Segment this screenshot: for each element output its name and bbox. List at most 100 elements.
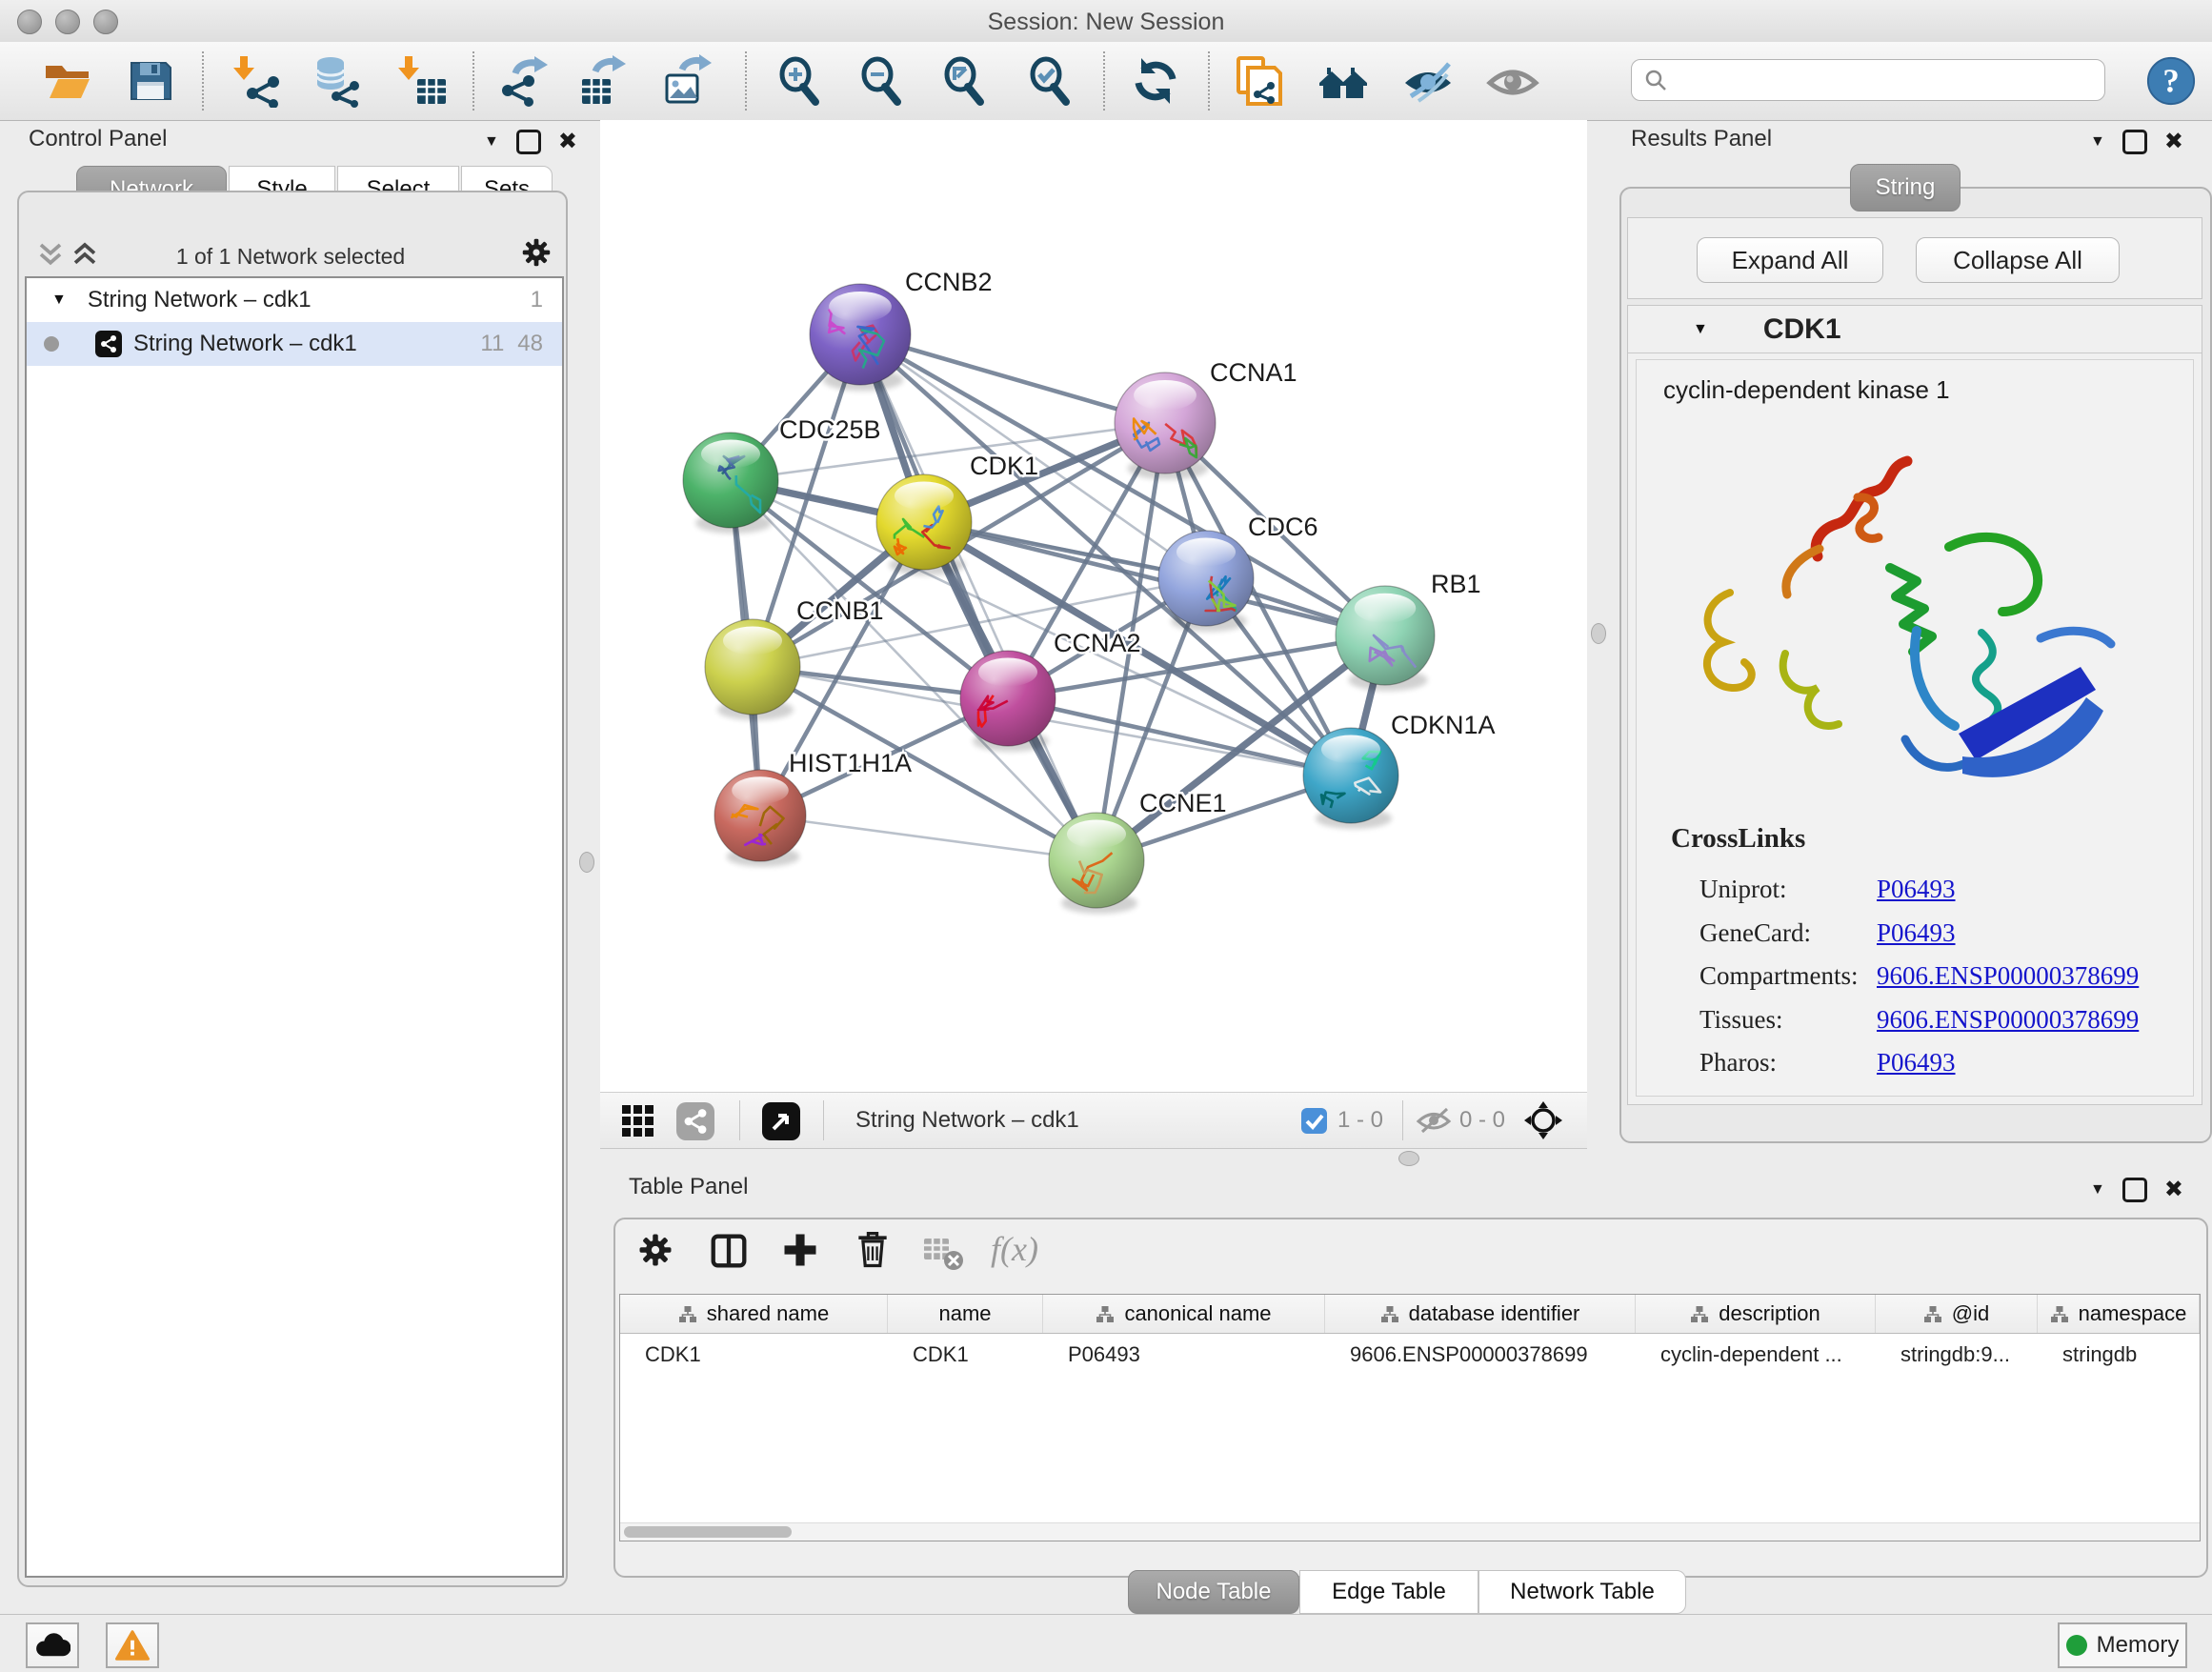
node-CDKN1A[interactable] bbox=[1303, 728, 1398, 829]
expand-all-button[interactable]: Expand All bbox=[1697, 237, 1883, 283]
scrollbar-thumb[interactable] bbox=[624, 1526, 792, 1538]
cloud-status-button[interactable] bbox=[26, 1622, 79, 1668]
results-actions-box: Expand All Collapse All bbox=[1627, 217, 2202, 299]
table-row[interactable]: CDK1CDK1P064939606.ENSP00000378699cyclin… bbox=[620, 1334, 2200, 1376]
crosslink-link[interactable]: 9606.ENSP00000378699 bbox=[1877, 961, 2139, 990]
right-splitter-handle[interactable] bbox=[1591, 623, 1606, 644]
crosslink-link[interactable]: P06493 bbox=[1877, 1048, 1956, 1077]
save-session-icon[interactable] bbox=[124, 54, 177, 108]
table-options-gear-icon[interactable] bbox=[634, 1229, 680, 1275]
show-columns-icon[interactable] bbox=[707, 1229, 753, 1275]
attribute-tree-icon bbox=[678, 1305, 697, 1323]
help-icon[interactable]: ? bbox=[2145, 55, 2197, 107]
zoom-out-icon[interactable] bbox=[855, 54, 909, 108]
close-panel-icon[interactable]: ✖ bbox=[2164, 128, 2183, 155]
column-header-namespace[interactable]: namespace bbox=[2038, 1295, 2200, 1333]
toolbar-separator bbox=[202, 51, 204, 111]
tab-node-table[interactable]: Node Table bbox=[1128, 1570, 1299, 1614]
refresh-icon[interactable] bbox=[1129, 54, 1182, 108]
attribute-tree-icon bbox=[1923, 1305, 1942, 1323]
cell-namespace[interactable]: stringdb bbox=[2038, 1342, 2200, 1367]
node-CCNB1[interactable] bbox=[705, 619, 800, 720]
node-CDK1[interactable] bbox=[876, 474, 972, 575]
node-label-CDKN1A: CDKN1A bbox=[1391, 711, 1496, 739]
zoom-in-icon[interactable] bbox=[774, 54, 827, 108]
collapse-panel-icon[interactable]: ▼ bbox=[2090, 1181, 2105, 1199]
memory-button[interactable]: Memory bbox=[2058, 1622, 2187, 1668]
zoom-selected-icon[interactable] bbox=[1024, 54, 1077, 108]
open-file-icon[interactable] bbox=[41, 54, 94, 108]
cell-description[interactable]: cyclin-dependent ... bbox=[1636, 1342, 1876, 1367]
hidden-eye-icon bbox=[1416, 1106, 1452, 1135]
show-all-icon[interactable] bbox=[1486, 54, 1539, 108]
network-tree-root-row[interactable]: ▼ String Network – cdk1 1 bbox=[27, 278, 562, 322]
first-neighbors-icon[interactable] bbox=[1317, 54, 1371, 108]
node-CCNA2[interactable] bbox=[960, 651, 1056, 752]
column-header-database-identifier[interactable]: database identifier bbox=[1325, 1295, 1636, 1333]
node-CDC25B[interactable] bbox=[683, 433, 778, 534]
column-header-canonical-name[interactable]: canonical name bbox=[1043, 1295, 1325, 1333]
network-canvas[interactable]: CCNB2CCNA1CDC25BCDK1CDC6RB1CCNB1CCNA2CDK… bbox=[600, 120, 1587, 1092]
node-CCNA1[interactable] bbox=[1115, 373, 1216, 479]
node-table[interactable]: shared namenamecanonical namedatabase id… bbox=[619, 1294, 2201, 1541]
birds-eye-view-icon[interactable] bbox=[762, 1102, 800, 1140]
crosslink-link[interactable]: 9606.ENSP00000378699 bbox=[1877, 1005, 2139, 1034]
maximize-panel-icon[interactable] bbox=[516, 130, 541, 154]
import-network-file-icon[interactable] bbox=[231, 54, 285, 108]
node-HIST1H1A[interactable] bbox=[714, 770, 806, 867]
cell-database-identifier[interactable]: 9606.ENSP00000378699 bbox=[1325, 1342, 1636, 1367]
export-network-icon[interactable] bbox=[498, 54, 552, 108]
column-header-name[interactable]: name bbox=[888, 1295, 1043, 1333]
network-status-dot bbox=[44, 336, 59, 352]
zoom-fit-icon[interactable] bbox=[938, 54, 992, 108]
import-table-file-icon[interactable] bbox=[396, 54, 450, 108]
cell--id[interactable]: stringdb:9... bbox=[1876, 1342, 2038, 1367]
hide-selected-icon[interactable] bbox=[1401, 54, 1455, 108]
fit-selected-crosshair-icon[interactable] bbox=[1522, 1099, 1564, 1141]
copy-style-icon[interactable] bbox=[1233, 54, 1286, 108]
tab-network-table[interactable]: Network Table bbox=[1478, 1570, 1686, 1614]
horizontal-scrollbar[interactable] bbox=[620, 1522, 2200, 1541]
export-image-icon[interactable] bbox=[663, 54, 716, 108]
network-share-view-icon[interactable] bbox=[676, 1102, 714, 1140]
search-input[interactable] bbox=[1676, 66, 2093, 94]
selected-nodes-checkbox[interactable] bbox=[1301, 1108, 1327, 1134]
column-header-description[interactable]: description bbox=[1636, 1295, 1876, 1333]
node-label-CCNA2: CCNA2 bbox=[1054, 629, 1141, 657]
close-panel-icon[interactable]: ✖ bbox=[2164, 1176, 2183, 1203]
node-CCNE1[interactable] bbox=[1049, 813, 1144, 914]
maximize-panel-icon[interactable] bbox=[2122, 130, 2147, 154]
toolbar-separator bbox=[473, 51, 474, 111]
tree-expand-icon[interactable]: ▼ bbox=[51, 292, 67, 309]
search-field[interactable] bbox=[1631, 59, 2105, 101]
tab-string[interactable]: String bbox=[1850, 164, 1961, 212]
network-tree-child-row[interactable]: String Network – cdk1 11 48 bbox=[27, 322, 562, 366]
column-header--id[interactable]: @id bbox=[1876, 1295, 2038, 1333]
tab-edge-table[interactable]: Edge Table bbox=[1299, 1570, 1478, 1614]
crosslinks-title: CrossLinks bbox=[1671, 823, 1805, 855]
left-splitter-handle[interactable] bbox=[579, 852, 594, 873]
export-table-icon[interactable] bbox=[578, 54, 632, 108]
warnings-button[interactable] bbox=[106, 1622, 159, 1668]
add-column-icon[interactable] bbox=[779, 1229, 825, 1275]
collapse-all-button[interactable]: Collapse All bbox=[1916, 237, 2120, 283]
cell-shared-name[interactable]: CDK1 bbox=[620, 1342, 888, 1367]
network-options-gear-icon[interactable] bbox=[518, 234, 554, 271]
grid-view-icon[interactable] bbox=[621, 1104, 655, 1138]
close-panel-icon[interactable]: ✖ bbox=[558, 128, 577, 155]
delete-column-icon[interactable] bbox=[852, 1229, 897, 1275]
import-network-database-icon[interactable] bbox=[312, 54, 365, 108]
collapse-section-icon[interactable]: ▼ bbox=[1693, 321, 1708, 338]
crosslink-link[interactable]: P06493 bbox=[1877, 918, 1956, 947]
protein-card-header[interactable]: ▼ CDK1 bbox=[1628, 306, 2202, 353]
column-header-shared-name[interactable]: shared name bbox=[620, 1295, 888, 1333]
node-RB1[interactable] bbox=[1336, 586, 1435, 691]
crosslink-label: Uniprot: bbox=[1699, 875, 1877, 904]
bottom-splitter-handle[interactable] bbox=[1398, 1151, 1419, 1166]
cell-canonical-name[interactable]: P06493 bbox=[1043, 1342, 1325, 1367]
collapse-panel-icon[interactable]: ▼ bbox=[2090, 133, 2105, 151]
cell-name[interactable]: CDK1 bbox=[888, 1342, 1043, 1367]
collapse-panel-icon[interactable]: ▼ bbox=[484, 133, 499, 151]
maximize-panel-icon[interactable] bbox=[2122, 1178, 2147, 1202]
crosslink-link[interactable]: P06493 bbox=[1877, 875, 1956, 903]
